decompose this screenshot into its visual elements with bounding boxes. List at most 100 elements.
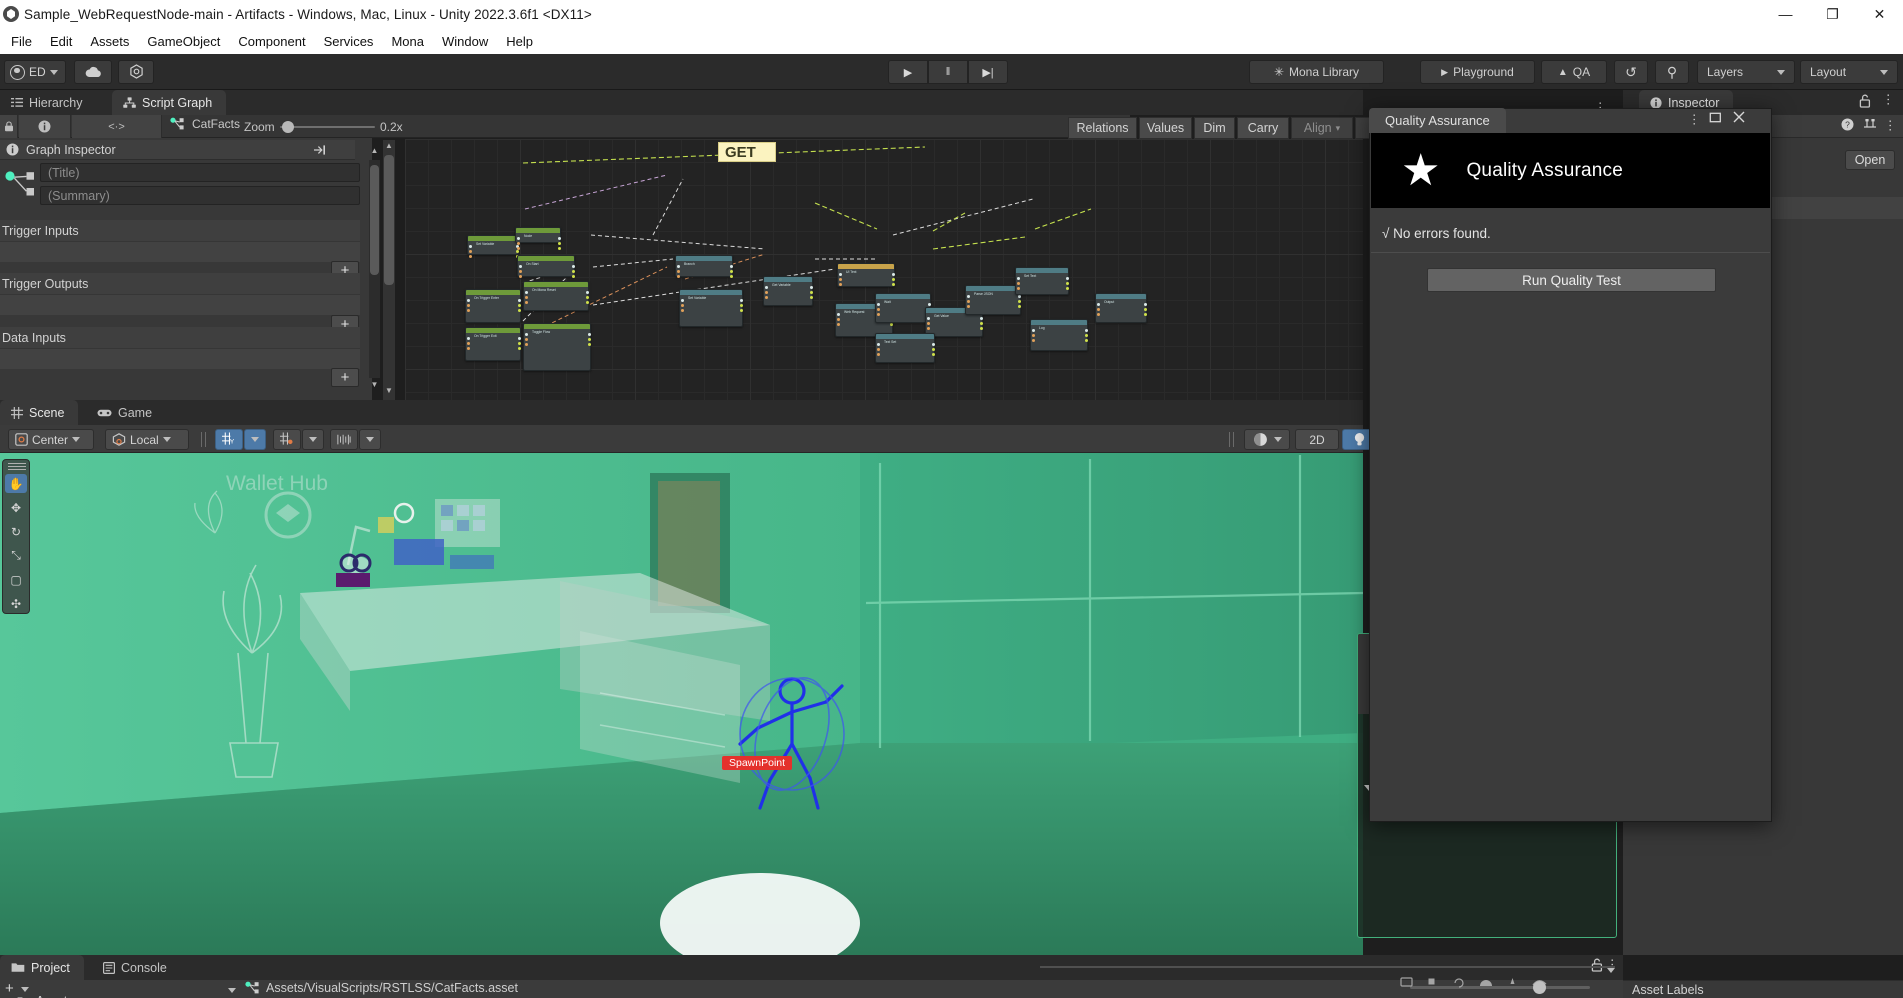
graph-node-output-pin[interactable] <box>518 342 521 345</box>
graph-btn-relations[interactable]: Relations <box>1068 117 1137 139</box>
menu-item-window[interactable]: Window <box>433 31 497 52</box>
layers-dropdown[interactable]: Layers <box>1697 60 1795 84</box>
graph-node-input-pin[interactable] <box>517 237 520 240</box>
graph-node-output-pin[interactable] <box>740 309 743 312</box>
graph-node-input-pin[interactable] <box>467 342 470 345</box>
graph-node-input-pin[interactable] <box>837 323 840 326</box>
graph-node-output-pin[interactable] <box>932 353 935 356</box>
graph-node-input-pin[interactable] <box>469 250 472 253</box>
tab-script-graph[interactable]: Script Graph <box>112 90 227 115</box>
graph-btn-dim[interactable]: Dim <box>1194 117 1235 139</box>
section-trigger-outputs[interactable]: Trigger Outputs <box>0 273 360 294</box>
graph-node-output-pin[interactable] <box>558 237 561 240</box>
asset-breadcrumb[interactable]: Assets/VisualScripts/RSTLSS/CatFacts.ass… <box>245 981 518 995</box>
graph-node-input-pin[interactable] <box>839 278 842 281</box>
section-trigger-inputs[interactable]: Trigger Inputs <box>0 220 360 241</box>
graph-node-output-pin[interactable] <box>516 250 519 253</box>
graph-node-input-pin[interactable] <box>681 304 684 307</box>
graph-btn-align[interactable]: Align ▾ <box>1291 117 1353 139</box>
graph-node[interactable]: Wait <box>875 293 931 323</box>
graph-node-output-pin[interactable] <box>518 347 521 350</box>
graph-node-input-pin[interactable] <box>519 275 522 278</box>
graph-node-input-pin[interactable] <box>467 337 470 340</box>
graph-node-output-pin[interactable] <box>1085 329 1088 332</box>
graph-node-output-pin[interactable] <box>588 343 591 346</box>
add-data-input-button[interactable]: + <box>331 368 359 387</box>
history-button[interactable]: ↺ <box>1614 60 1648 84</box>
scene-label-spawn-point[interactable]: SpawnPoint <box>722 756 793 770</box>
account-dropdown[interactable]: ED <box>4 60 66 84</box>
graph-node-output-pin[interactable] <box>572 275 575 278</box>
graph-node-input-pin[interactable] <box>1017 282 1020 285</box>
graph-node-output-pin[interactable] <box>1144 303 1147 306</box>
ruler-toggle[interactable] <box>330 429 358 450</box>
graph-node-input-pin[interactable] <box>1032 334 1035 337</box>
menu-item-edit[interactable]: Edit <box>41 31 81 52</box>
graph-node-output-pin[interactable] <box>1085 334 1088 337</box>
graph-node-input-pin[interactable] <box>877 303 880 306</box>
tab-hierarchy[interactable]: Hierarchy <box>0 90 97 115</box>
scroll-up-arrow-icon[interactable]: ▲ <box>369 146 380 155</box>
graph-node-output-pin[interactable] <box>980 327 983 330</box>
graph-node[interactable]: On Mona Reset <box>523 281 589 311</box>
menu-item-services[interactable]: Services <box>315 31 383 52</box>
graph-node-output-pin[interactable] <box>1144 313 1147 316</box>
graph-node[interactable]: Text Set <box>875 333 935 363</box>
graph-node-output-pin[interactable] <box>892 278 895 281</box>
script-graph-canvas[interactable]: GET Set Variable On Start On Trigger Enter… <box>405 139 1363 401</box>
shading-dropdown[interactable] <box>1244 429 1290 450</box>
zoom-slider-track[interactable] <box>280 126 375 128</box>
help-icon[interactable]: ? <box>1841 118 1854 134</box>
pivot-dropdown[interactable]: Center <box>8 429 94 450</box>
graph-node-output-pin[interactable] <box>1085 339 1088 342</box>
graph-node-output-pin[interactable] <box>586 296 589 299</box>
graph-node-input-pin[interactable] <box>1032 329 1035 332</box>
graph-node-input-pin[interactable] <box>765 286 768 289</box>
graph-node-output-pin[interactable] <box>1066 282 1069 285</box>
inspector-component-menu-icon[interactable]: ⋯ <box>1883 119 1898 133</box>
graph-node-input-pin[interactable] <box>525 291 528 294</box>
graph-node-input-pin[interactable] <box>877 308 880 311</box>
section-data-inputs[interactable]: Data Inputs <box>0 327 360 348</box>
graph-node-output-pin[interactable] <box>810 296 813 299</box>
qa-maximize-icon[interactable] <box>1709 111 1722 129</box>
graph-node-output-pin[interactable] <box>892 283 895 286</box>
ruler-dropdown[interactable] <box>359 429 381 450</box>
graph-node-input-pin[interactable] <box>677 270 680 273</box>
graph-node-input-pin[interactable] <box>519 265 522 268</box>
graph-node-input-pin[interactable] <box>681 299 684 302</box>
graph-node-input-pin[interactable] <box>517 242 520 245</box>
graph-node-output-pin[interactable] <box>890 323 893 326</box>
title-input[interactable]: (Title) <box>40 163 360 182</box>
graph-node[interactable]: Set Text <box>1015 267 1069 295</box>
graph-node-input-pin[interactable] <box>1097 313 1100 316</box>
graph-node-input-pin[interactable] <box>877 353 880 356</box>
expand-panel-icon[interactable] <box>310 142 329 158</box>
tab-project[interactable]: Project <box>0 955 84 980</box>
inspector-kebab-menu-icon[interactable]: ⋯ <box>1881 93 1896 107</box>
graph-node-output-pin[interactable] <box>810 286 813 289</box>
menu-item-file[interactable]: File <box>2 31 41 52</box>
graph-node-output-pin[interactable] <box>980 317 983 320</box>
scroll-up-arrow-icon[interactable]: ▲ <box>383 141 395 150</box>
graph-node-output-pin[interactable] <box>588 333 591 336</box>
services-button[interactable] <box>118 60 154 84</box>
graph-node[interactable]: On Start <box>517 255 575 278</box>
graph-node[interactable]: On Trigger Exit <box>465 327 521 361</box>
graph-node-input-pin[interactable] <box>877 348 880 351</box>
graph-node-output-pin[interactable] <box>730 265 733 268</box>
scene-viewport[interactable]: SpawnPoint Wallet Hub connect wallet <box>0 453 1363 955</box>
graph-node-output-pin[interactable] <box>586 301 589 304</box>
project-footer-caret-icon[interactable] <box>1607 968 1615 973</box>
graph-node-output-pin[interactable] <box>518 304 521 307</box>
graph-node-input-pin[interactable] <box>525 301 528 304</box>
graph-node[interactable]: Get Variable <box>763 276 813 306</box>
chevron-down-icon[interactable] <box>21 987 29 992</box>
graph-node[interactable]: Node <box>515 227 561 250</box>
rect-tool[interactable]: ▢ <box>5 570 27 589</box>
graph-node-input-pin[interactable] <box>681 309 684 312</box>
graph-node-input-pin[interactable] <box>677 265 680 268</box>
sticky-note-get[interactable]: GET <box>718 142 776 162</box>
graph-node-output-pin[interactable] <box>810 291 813 294</box>
graph-node-input-pin[interactable] <box>525 343 528 346</box>
